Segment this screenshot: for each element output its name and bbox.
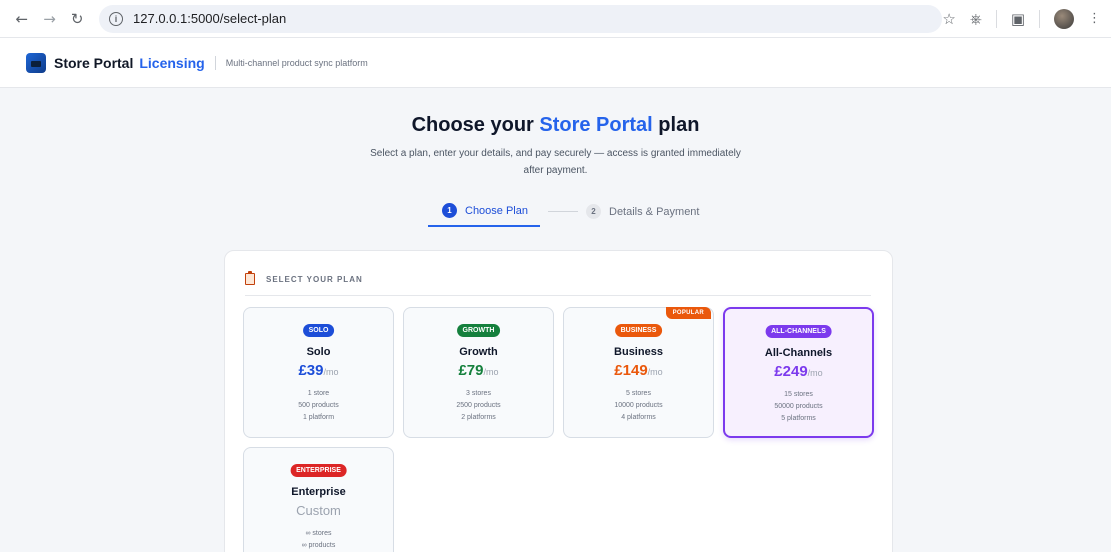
plan-features: 15 stores 50000 products 5 platforms [725, 389, 872, 425]
section-header: SELECT YOUR PLAN [245, 271, 871, 296]
plan-badge: GROWTH [456, 324, 501, 337]
step-choose-plan[interactable]: 1 Choose Plan [428, 203, 540, 227]
feature-products: 2500 products [456, 402, 501, 409]
back-icon[interactable]: ← [10, 7, 34, 31]
title-suffix: plan [652, 114, 700, 136]
price-custom: Custom [296, 503, 341, 518]
tagline: Multi-channel product sync platform [225, 57, 368, 68]
plan-name: Business [614, 346, 663, 358]
plan-card-enterprise[interactable]: ENTERPRISE Enterprise Custom ∞ stores ∞ … [243, 447, 394, 552]
plan-badge: BUSINESS [614, 324, 663, 337]
step-connector [548, 211, 578, 212]
price-amount: £149 [614, 362, 648, 379]
url-text[interactable]: 127.0.0.1:5000/select-plan [133, 11, 286, 26]
page-title: Choose your Store Portal plan [0, 114, 1111, 137]
price-amount: £79 [458, 362, 484, 379]
price-unit: /mo [323, 367, 339, 377]
title-prefix: Choose your [411, 114, 540, 136]
logo-icon[interactable] [26, 52, 46, 73]
toolbar-separator [1039, 9, 1041, 28]
plan-badge: ENTERPRISE [290, 464, 347, 477]
plan-name: All-Channels [764, 347, 833, 359]
plan-card-all-channels[interactable]: ALL-CHANNELS All-Channels £249/mo 15 sto… [723, 307, 874, 438]
plan-card-growth[interactable]: GROWTH Growth £79/mo 3 stores 2500 produ… [403, 307, 554, 438]
feature-products: 10000 products [614, 402, 663, 409]
price-amount: £39 [298, 362, 324, 379]
feature-platforms: 1 platform [302, 414, 335, 421]
price-unit: /mo [807, 368, 823, 378]
brand-name[interactable]: Store Portal [54, 55, 133, 71]
clipboard-icon [245, 271, 255, 285]
plan-price: £39/mo [244, 362, 393, 380]
brand-accent: Licensing [139, 54, 205, 71]
plan-price: £149/mo [564, 362, 713, 380]
feature-products: 50000 products [774, 403, 823, 410]
plan-badge: SOLO [302, 324, 335, 337]
plan-selection-card: SELECT YOUR PLAN SOLO Solo £39/mo 1 stor… [224, 250, 893, 552]
reload-icon[interactable]: ↻ [65, 7, 89, 31]
step-details-payment[interactable]: 2 Details & Payment [586, 204, 699, 226]
plan-name: Solo [306, 346, 331, 358]
checkout-stepper: 1 Choose Plan 2 Details & Payment [428, 203, 699, 227]
plan-features: 3 stores 2500 products 2 platforms [404, 388, 553, 424]
plan-card-business[interactable]: POPULAR BUSINESS Business £149/mo 5 stor… [563, 307, 714, 438]
app-header: Store Portal Licensing Multi-channel pro… [0, 38, 1111, 88]
site-info-icon[interactable]: i [109, 11, 124, 26]
price-amount: £249 [774, 363, 808, 380]
feature-products: ∞ products [301, 542, 336, 549]
plan-features: 1 store 500 products 1 platform [244, 388, 393, 424]
plan-price: Custom [244, 502, 393, 520]
toolbar-separator [995, 9, 997, 28]
popular-ribbon: POPULAR [665, 307, 711, 319]
feature-platforms: 2 platforms [461, 414, 496, 421]
page-subtitle: Select a plan, enter your details, and p… [370, 148, 741, 176]
plan-badge: ALL-CHANNELS [765, 325, 832, 338]
step-number: 2 [586, 204, 601, 219]
step-label: Choose Plan [465, 204, 528, 217]
title-accent: Store Portal [539, 114, 653, 136]
plan-price: £249/mo [725, 363, 872, 381]
feature-products: 500 products [298, 402, 339, 409]
feature-stores: 1 store [307, 390, 330, 397]
lens-icon[interactable]: ▣ [1011, 10, 1025, 28]
feature-stores: 5 stores [626, 390, 651, 397]
profile-avatar[interactable] [1054, 8, 1075, 29]
price-unit: /mo [483, 367, 499, 377]
step-label: Details & Payment [609, 205, 700, 218]
feature-stores: 15 stores [784, 391, 813, 398]
star-icon[interactable]: ☆ [942, 10, 955, 28]
plan-features: ∞ stores ∞ products [244, 528, 393, 552]
step-number: 1 [442, 203, 457, 218]
feature-stores: 3 stores [466, 390, 491, 397]
feature-platforms: 4 platforms [621, 414, 656, 421]
plan-card-solo[interactable]: SOLO Solo £39/mo 1 store 500 products 1 … [243, 307, 394, 438]
feature-stores: ∞ stores [305, 530, 332, 537]
address-bar[interactable]: i 127.0.0.1:5000/select-plan [99, 4, 943, 33]
forward-icon[interactable]: → [38, 7, 62, 31]
section-title: SELECT YOUR PLAN [266, 274, 363, 284]
price-unit: /mo [647, 367, 663, 377]
plan-name: Enterprise [291, 486, 346, 498]
menu-icon[interactable]: ⋮ [1088, 11, 1101, 26]
plan-features: 5 stores 10000 products 4 platforms [564, 388, 713, 424]
feature-platforms: 5 platforms [781, 415, 816, 422]
plan-price: £79/mo [404, 362, 553, 380]
browser-toolbar: ← → ↻ i 127.0.0.1:5000/select-plan ☆ ⎈ ▣… [0, 0, 1111, 38]
extensions-icon[interactable]: ⎈ [970, 10, 982, 28]
plan-name: Growth [459, 346, 498, 358]
header-divider [214, 55, 216, 70]
